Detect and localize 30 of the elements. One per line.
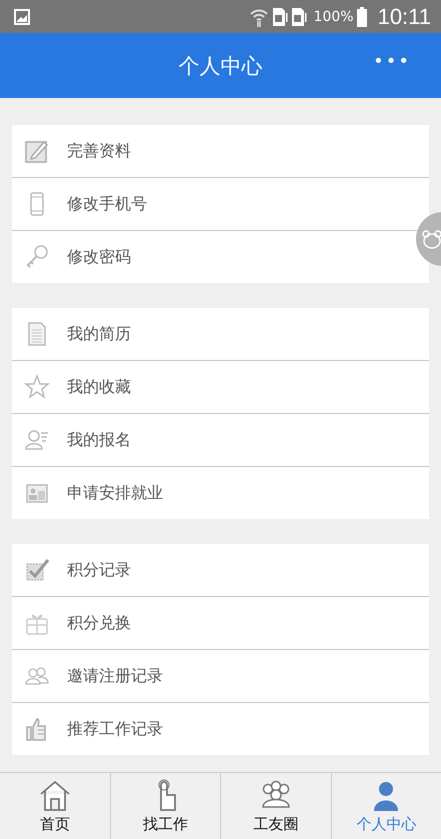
checkbox-icon (24, 557, 50, 583)
menu-item[interactable]: 修改密码 (12, 231, 413, 283)
home-icon (38, 778, 72, 812)
wifi-icon (248, 6, 269, 26)
menu-item[interactable]: 完善资料 (12, 125, 413, 177)
menu-item[interactable]: 我的收藏 (12, 361, 413, 413)
menu-item[interactable]: 积分兑换 (12, 597, 413, 649)
clock-time: 10:11 (378, 4, 431, 30)
key-icon (24, 244, 50, 270)
tab[interactable]: 工友圈 (220, 773, 330, 839)
bear-icon (422, 229, 441, 249)
battery-icon (356, 6, 367, 26)
page-title: 个人中心 (178, 52, 262, 80)
sim-card-icon (290, 6, 307, 26)
menu-item[interactable]: 邀请注册记录 (12, 650, 413, 702)
gallery-icon (14, 8, 30, 24)
tab[interactable]: 个人中心 (330, 773, 441, 839)
edit-icon (24, 138, 50, 164)
more-button[interactable]: ••• (373, 51, 411, 72)
tab[interactable]: 找工作 (110, 773, 220, 839)
menu-item[interactable]: 推荐工作记录 (12, 703, 413, 755)
menu-item[interactable]: 修改手机号 (12, 178, 413, 230)
battery-percent: 100% (314, 8, 354, 24)
tab[interactable]: 首页 (0, 773, 110, 839)
menu-item[interactable]: 积分记录 (12, 544, 413, 596)
sim-card-icon (272, 6, 288, 26)
star-icon (24, 374, 50, 400)
menu-item[interactable]: 我的报名 (12, 414, 413, 466)
menu-item[interactable]: 申请安排就业 (12, 467, 413, 519)
menu-item[interactable]: 我的简历 (12, 308, 413, 360)
